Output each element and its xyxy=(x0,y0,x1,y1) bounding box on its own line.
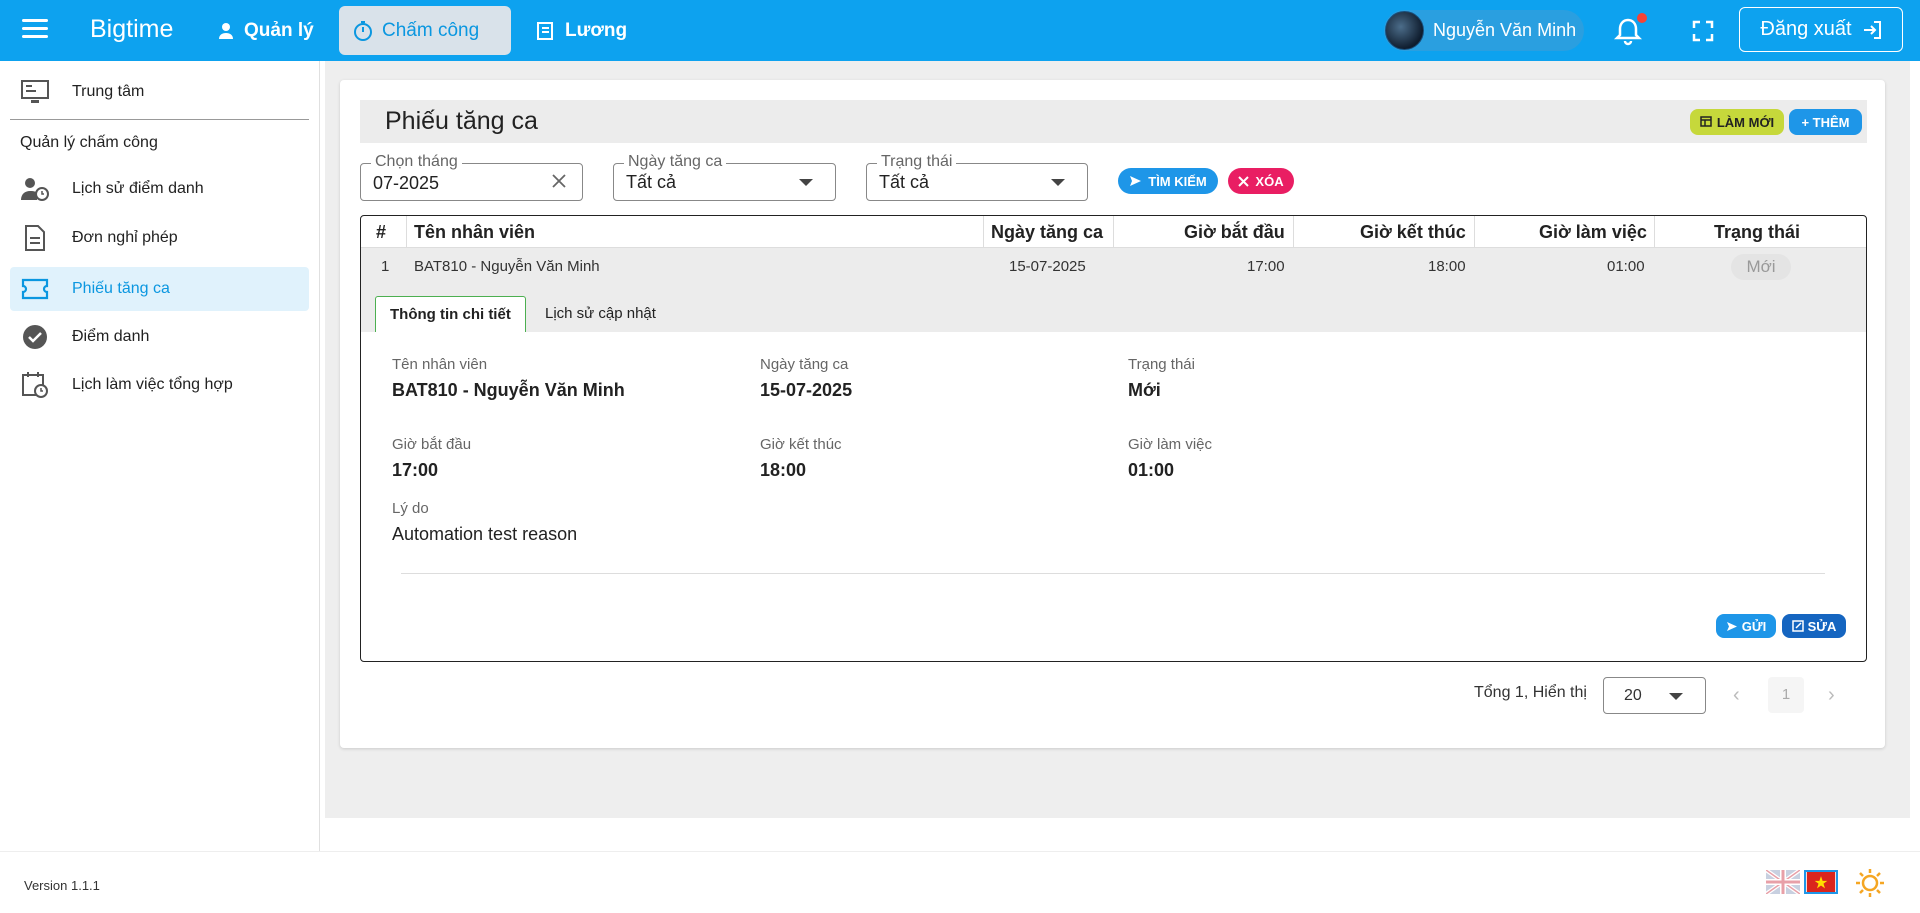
user-tie-icon xyxy=(219,22,233,39)
edit-icon xyxy=(1791,620,1804,632)
overtime-table: # Tên nhân viên Ngày tăng ca Giờ bắt đầu… xyxy=(360,215,1867,662)
tab-update-history[interactable]: Lịch sử cập nhật xyxy=(531,296,670,332)
detail-end: 18:00 xyxy=(760,460,807,480)
detail-status: Mới xyxy=(1128,380,1161,400)
column-header-employee[interactable]: Tên nhân viên xyxy=(414,216,535,248)
stopwatch-icon xyxy=(354,20,372,41)
sidebar-item-overtime[interactable]: Phiếu tăng ca xyxy=(10,267,309,311)
detail-reason: Automation test reason xyxy=(392,524,578,544)
avatar xyxy=(1385,11,1424,50)
chevron-down-icon xyxy=(799,179,813,186)
check-circle-icon xyxy=(20,322,50,352)
detail-tabs: Thông tin chi tiết Lịch sử cập nhật xyxy=(361,286,1866,332)
tab-detail-info[interactable]: Thông tin chi tiết xyxy=(375,296,526,332)
sidebar-divider xyxy=(10,119,309,120)
add-button[interactable]: + THÊM xyxy=(1789,109,1862,135)
sidebar-item-dashboard[interactable]: Trung tâm xyxy=(10,70,309,114)
month-picker[interactable]: Chọn tháng 07-2025 xyxy=(360,153,583,201)
overtime-date-select[interactable]: Ngày tăng ca Tất cả xyxy=(613,153,836,201)
column-header-end[interactable]: Giờ kết thúc xyxy=(1360,216,1466,248)
column-header-hours[interactable]: Giờ làm việc xyxy=(1539,216,1647,248)
column-header-start[interactable]: Giờ bắt đầu xyxy=(1184,216,1285,248)
page-title: Phiếu tăng ca xyxy=(385,107,538,135)
document-icon xyxy=(20,223,50,253)
send-icon xyxy=(1726,621,1737,631)
detail-hours: 01:00 xyxy=(1128,460,1175,480)
page-button[interactable]: 1 xyxy=(1768,677,1804,713)
fullscreen-icon[interactable] xyxy=(1691,19,1715,43)
sidebar-item-leave-request[interactable]: Đơn nghỉ phép xyxy=(10,216,309,260)
user-menu[interactable]: Nguyễn Văn Minh xyxy=(1384,10,1584,51)
user-name: Nguyễn Văn Minh xyxy=(1433,20,1577,40)
sun-icon[interactable] xyxy=(1855,868,1885,898)
chevron-left-icon[interactable]: ‹ xyxy=(1733,684,1753,706)
menu-icon[interactable] xyxy=(22,19,48,41)
nav-timekeeping[interactable]: Chấm công xyxy=(339,6,511,55)
edit-button[interactable]: SỬA xyxy=(1782,614,1846,638)
vietnam-flag-icon[interactable] xyxy=(1804,870,1838,894)
nav-management[interactable]: Quản lý xyxy=(203,6,328,55)
footer: Version 1.1.1 xyxy=(0,851,1920,913)
nav-salary[interactable]: Lương xyxy=(522,6,641,55)
chevron-down-icon xyxy=(1051,179,1065,186)
send-button[interactable]: GỬI xyxy=(1716,614,1776,638)
table-refresh-icon xyxy=(1700,116,1712,127)
payslip-icon xyxy=(537,21,553,40)
refresh-button[interactable]: LÀM MỚI xyxy=(1690,109,1784,135)
brand-logo[interactable]: Bigtime xyxy=(90,15,173,44)
detail-start: 17:00 xyxy=(392,460,439,480)
ticket-icon xyxy=(20,274,50,304)
clear-icon[interactable] xyxy=(550,172,568,190)
logout-button[interactable]: Đăng xuất xyxy=(1739,7,1903,52)
logout-icon xyxy=(1863,20,1881,39)
top-bar: Bigtime Quản lý Chấm công Lương Nguyễn V… xyxy=(0,0,1920,61)
sidebar-item-attendance-history[interactable]: Lịch sử điểm danh xyxy=(10,167,309,211)
user-clock-icon xyxy=(20,174,50,204)
sidebar: Trung tâm Quản lý chấm công Lịch sử điểm… xyxy=(0,61,320,851)
column-header-index: # xyxy=(376,222,387,242)
sidebar-section-title: Quản lý chấm công xyxy=(20,134,158,151)
column-header-date[interactable]: Ngày tăng ca xyxy=(991,216,1103,248)
search-button[interactable]: TÌM KIẾM xyxy=(1118,168,1218,194)
column-header-status[interactable]: Trạng thái xyxy=(1714,216,1800,248)
status-select[interactable]: Trạng thái Tất cả xyxy=(866,153,1088,201)
monitor-icon xyxy=(20,77,50,107)
notification-badge xyxy=(1637,13,1647,23)
chevron-right-icon[interactable]: › xyxy=(1828,684,1848,706)
detail-employee: BAT810 - Nguyễn Văn Minh xyxy=(392,380,625,400)
send-icon xyxy=(1130,176,1142,186)
uk-flag-icon[interactable] xyxy=(1766,870,1800,894)
table-row[interactable]: 1 BAT810 - Nguyễn Văn Minh 15-07-2025 17… xyxy=(361,248,1866,286)
sidebar-item-check-in[interactable]: Điểm danh xyxy=(10,315,309,359)
page-size-select[interactable]: 20 xyxy=(1603,677,1706,714)
divider xyxy=(401,573,1825,574)
detail-date: 15-07-2025 xyxy=(760,380,853,400)
clear-filters-button[interactable]: XÓA xyxy=(1228,168,1294,194)
title-bar xyxy=(360,100,1867,143)
close-icon xyxy=(1238,175,1250,187)
sidebar-item-work-schedule[interactable]: Lịch làm việc tổng hợp xyxy=(10,363,309,407)
chevron-down-icon xyxy=(1669,693,1683,700)
status-badge: Mới xyxy=(1731,254,1791,280)
app-version: Version 1.1.1 xyxy=(24,878,100,893)
pagination-total: Tổng 1, Hiển thị xyxy=(1474,684,1587,701)
calendar-clock-icon xyxy=(20,370,50,400)
